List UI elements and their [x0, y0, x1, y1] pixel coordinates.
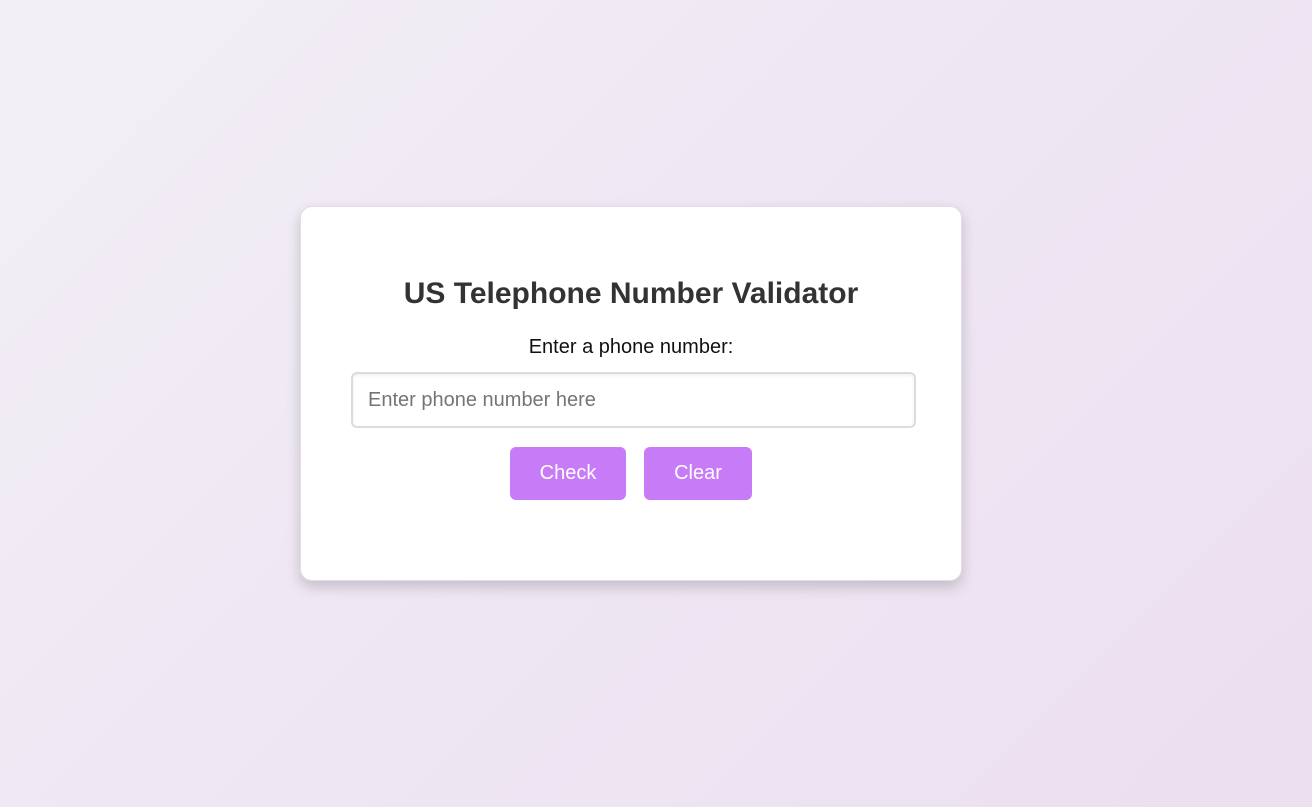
phone-number-input[interactable]	[351, 372, 916, 428]
clear-button[interactable]: Clear	[644, 447, 752, 500]
phone-input-label: Enter a phone number:	[528, 336, 734, 358]
page-title: US Telephone Number Validator	[403, 277, 859, 310]
check-button[interactable]: Check	[510, 447, 626, 500]
validator-card: US Telephone Number Validator Enter a ph…	[300, 206, 962, 581]
